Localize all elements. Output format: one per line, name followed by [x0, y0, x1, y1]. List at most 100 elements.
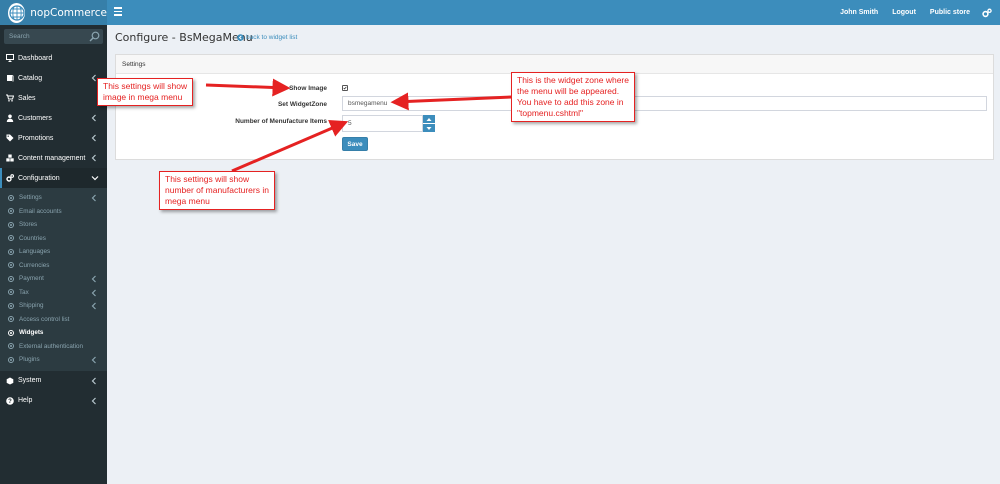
chevron-left-icon	[91, 302, 97, 310]
quantity-stepper	[423, 115, 435, 132]
sub-item-label: Email accounts	[19, 207, 62, 215]
sub-item-email-accounts[interactable]: Email accounts	[0, 205, 107, 219]
circle-icon	[8, 329, 14, 336]
sub-item-label: Plugins	[19, 356, 40, 364]
arrow-circle-left-icon	[237, 34, 244, 41]
sidebar-nav: Dashboard Catalog Sales Customers Promot…	[0, 48, 107, 411]
sub-item-label: Payment	[19, 275, 44, 283]
callout-line: This settings will show	[103, 81, 188, 91]
search-icon[interactable]	[89, 31, 100, 42]
user-icon	[6, 114, 14, 122]
sub-item-shipping[interactable]: Shipping	[0, 299, 107, 313]
chevron-left-icon	[91, 134, 97, 142]
search-input[interactable]	[4, 29, 86, 44]
sub-item-label: Settings	[19, 194, 42, 202]
stepper-up-button[interactable]	[423, 115, 435, 123]
sidebar-item-sales[interactable]: Sales	[0, 88, 107, 108]
callout-widget-zone: This is the widget zone where the menu w…	[511, 72, 635, 122]
sidebar: Dashboard Catalog Sales Customers Promot…	[0, 25, 107, 484]
stepper-down-button[interactable]	[423, 124, 435, 132]
callout-line: This is the widget zone where	[517, 75, 629, 85]
circle-icon	[8, 356, 14, 363]
sub-item-label: Access control list	[19, 315, 70, 323]
sidebar-search	[4, 29, 103, 44]
sidebar-item-label: System	[18, 377, 42, 384]
save-button[interactable]: Save	[342, 137, 368, 151]
chevron-left-icon	[91, 356, 97, 364]
sub-item-countries[interactable]: Countries	[0, 232, 107, 246]
circle-icon	[8, 262, 14, 269]
circle-icon	[8, 289, 14, 296]
circle-icon	[8, 208, 14, 215]
sidebar-item-customers[interactable]: Customers	[0, 108, 107, 128]
circle-icon	[8, 275, 14, 282]
cube-icon	[6, 377, 14, 385]
book-icon	[6, 74, 14, 82]
circle-icon	[8, 302, 14, 309]
circle-icon	[8, 235, 14, 242]
sidebar-item-system[interactable]: System	[0, 371, 107, 391]
back-to-widget-list-link[interactable]: back to widget list	[237, 34, 297, 41]
public-store-link[interactable]: Public store	[930, 9, 970, 16]
page-title: Configure - BsMegaMenu	[115, 31, 253, 44]
tag-icon	[6, 134, 14, 142]
sub-item-label: Currencies	[19, 261, 50, 269]
logo[interactable]: nopCommerce	[0, 0, 107, 25]
circle-icon	[8, 316, 14, 323]
callout-show-image: This settings will show image in mega me…	[97, 78, 194, 106]
sub-item-label: Stores	[19, 221, 38, 229]
chevron-left-icon	[91, 289, 97, 297]
sidebar-item-configuration[interactable]: Configuration	[0, 168, 107, 188]
manufacture-items-input[interactable]: 5	[342, 115, 423, 132]
sidebar-item-label: Content management	[18, 154, 86, 162]
sub-item-label: External authentication	[19, 342, 84, 350]
callout-line: image in mega menu	[103, 92, 183, 102]
sub-item-languages[interactable]: Languages	[0, 245, 107, 259]
sub-item-plugins[interactable]: Plugins	[0, 353, 107, 367]
chevron-left-icon	[91, 194, 97, 202]
sidebar-item-content-management[interactable]: Content management	[0, 148, 107, 168]
callout-line: You have to add this zone in	[517, 97, 624, 107]
sidebar-item-catalog[interactable]: Catalog	[0, 68, 107, 88]
circle-icon	[8, 343, 14, 350]
sub-item-payment[interactable]: Payment	[0, 272, 107, 286]
gears-icon[interactable]	[982, 8, 992, 18]
sidebar-item-label: Customers	[18, 114, 52, 122]
desktop-icon	[6, 54, 14, 62]
callout-line: the menu will be appeared.	[517, 86, 620, 96]
sub-item-external-authentication[interactable]: External authentication	[0, 340, 107, 354]
logout-link[interactable]: Logout	[892, 9, 916, 16]
brand-name: nopCommerce	[30, 6, 107, 19]
callout-line: number of manufacturers in	[165, 185, 269, 195]
svg-text:?: ?	[8, 399, 12, 405]
question-icon: ?	[6, 396, 14, 405]
sub-item-access-control-list[interactable]: Access control list	[0, 313, 107, 327]
sidebar-item-dashboard[interactable]: Dashboard	[0, 48, 107, 68]
gears-icon	[6, 174, 14, 182]
sidebar-item-label: Catalog	[18, 74, 43, 82]
cart-icon	[6, 94, 14, 102]
sidebar-item-label: Help	[18, 397, 33, 404]
sub-item-tax[interactable]: Tax	[0, 286, 107, 300]
widget-zone-label: Set WidgetZone	[277, 101, 327, 108]
menu-toggle-icon[interactable]	[114, 7, 122, 16]
sub-item-currencies[interactable]: Currencies	[0, 259, 107, 273]
circle-icon	[8, 194, 14, 201]
top-header: nopCommerce John Smith Logout Public sto…	[0, 0, 1000, 25]
sidebar-item-promotions[interactable]: Promotions	[0, 128, 107, 148]
sidebar-item-help[interactable]: ? Help	[0, 391, 107, 411]
circle-icon	[8, 221, 14, 228]
user-name-link[interactable]: John Smith	[840, 9, 878, 16]
circle-icon	[8, 248, 14, 255]
sub-item-label: Languages	[19, 248, 51, 256]
callout-manufacturers: This settings will show number of manufa…	[159, 171, 275, 210]
show-image-label: Show Image	[289, 85, 327, 92]
widget-zone-input[interactable]: bsmegamenu	[342, 96, 987, 111]
callout-line: mega menu	[165, 196, 210, 206]
chevron-left-icon	[91, 377, 97, 385]
show-image-checkbox[interactable]	[342, 85, 348, 91]
sub-item-widgets[interactable]: Widgets	[0, 326, 107, 340]
sub-item-stores[interactable]: Stores	[0, 218, 107, 232]
sub-item-settings[interactable]: Settings	[0, 191, 107, 205]
cubes-icon	[6, 154, 14, 162]
